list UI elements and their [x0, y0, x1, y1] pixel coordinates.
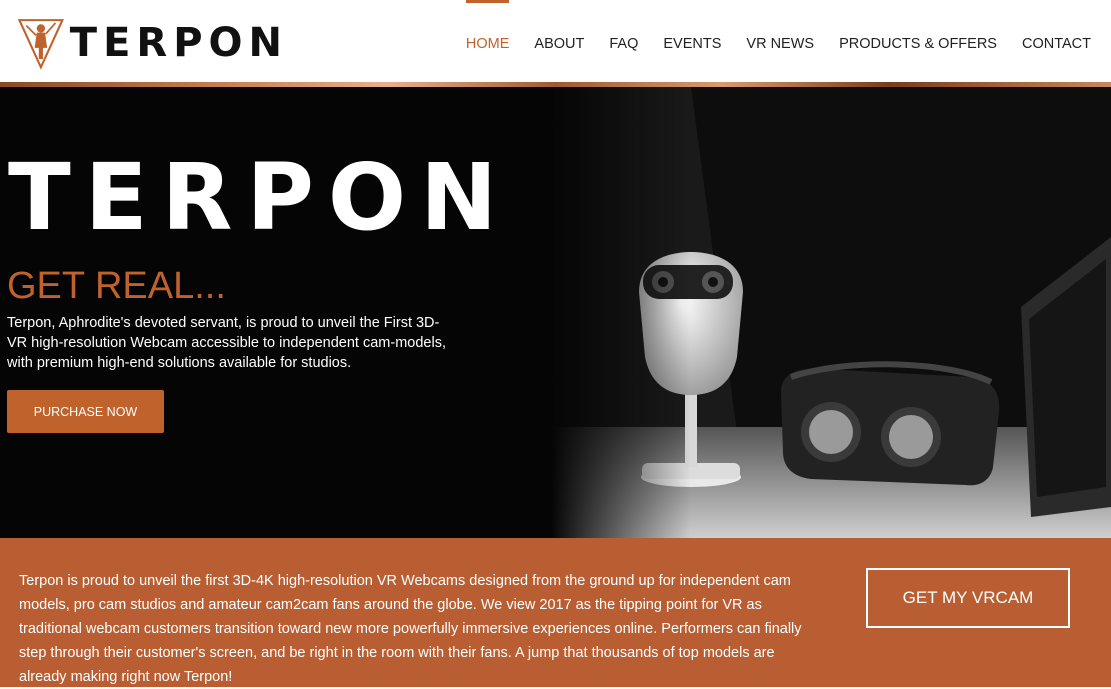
- hero-section: TERPON GET REAL... Terpon, Aphrodite's d…: [0, 87, 1111, 538]
- site-logo[interactable]: TERPON: [18, 6, 288, 80]
- logo-wordmark: TERPON: [69, 20, 288, 66]
- nav-home[interactable]: HOME: [465, 0, 509, 52]
- site-header: TERPON HOME ABOUT FAQ EVENTS VR NEWS PRO…: [0, 0, 1111, 82]
- nav-vr-news[interactable]: VR NEWS: [746, 0, 814, 52]
- vr-webcam-and-headset-photo: [551, 87, 1111, 538]
- intro-text: Terpon is proud to unveil the first 3D-4…: [19, 573, 802, 685]
- poseidon-logo-icon: [18, 19, 64, 70]
- hero-brand-title: TERPON: [8, 144, 512, 251]
- nav-faq[interactable]: FAQ: [609, 0, 638, 52]
- purchase-now-button[interactable]: PURCHASE NOW: [7, 390, 164, 433]
- hero-description: Terpon, Aphrodite's devoted servant, is …: [7, 315, 446, 371]
- intro-band: Terpon is proud to unveil the first 3D-4…: [0, 538, 1111, 687]
- main-nav: HOME ABOUT FAQ EVENTS VR NEWS PRODUCTS &…: [441, 0, 1091, 82]
- nav-events[interactable]: EVENTS: [663, 0, 721, 52]
- nav-contact[interactable]: CONTACT: [1022, 0, 1091, 52]
- nav-about[interactable]: ABOUT: [534, 0, 584, 52]
- get-my-vrcam-button[interactable]: GET MY VRCAM: [866, 568, 1070, 628]
- hero-tagline: GET REAL...: [7, 265, 226, 307]
- nav-products-offers[interactable]: PRODUCTS & OFFERS: [839, 0, 997, 52]
